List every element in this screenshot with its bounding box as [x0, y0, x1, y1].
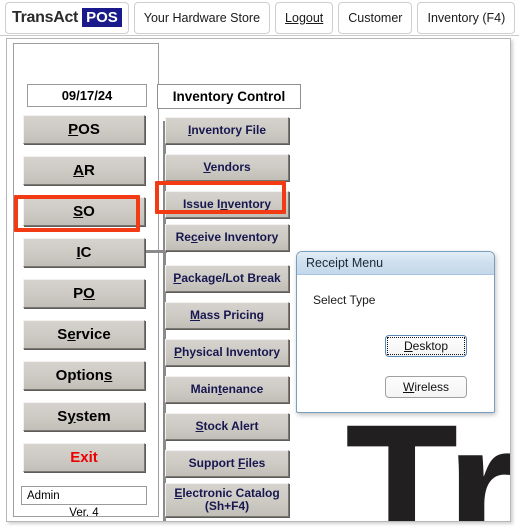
inventory-menu-title-label: Inventory Control	[172, 89, 286, 104]
current-user-value: Admin	[27, 489, 60, 502]
menu-item-label: Issue Inventory	[182, 197, 272, 212]
menu-item-label: Package/Lot Break	[173, 271, 281, 286]
logout-button[interactable]: Logout	[275, 1, 334, 34]
sidebar-item-label: PO	[73, 284, 95, 302]
menu-item-label: Support Files	[188, 456, 266, 471]
app-logo[interactable]: TransAct POS	[5, 1, 129, 34]
sidebar-item-label: IC	[76, 243, 92, 261]
menu-item-label: Maintenance	[190, 382, 264, 397]
dialog-title-bar: Receipt Menu	[297, 252, 494, 275]
logout-label: Logout	[285, 10, 324, 25]
inventory-f4-button[interactable]: Inventory (F4)	[417, 1, 516, 34]
menu-item-receive-inventory[interactable]: Receive Inventory	[165, 224, 289, 251]
sidebar-item-label: SO	[73, 202, 95, 220]
sidebar-item-exit[interactable]: Exit	[23, 443, 145, 472]
sidebar-item-label: Service	[57, 325, 111, 343]
dialog-title-label: Receipt Menu	[306, 256, 384, 270]
store-name-button[interactable]: Your Hardware Store	[133, 1, 271, 34]
store-name-label: Your Hardware Store	[143, 10, 261, 25]
sidebar-item-ic[interactable]: IC	[23, 238, 145, 267]
logo-badge: POS	[82, 8, 122, 27]
menu-item-support-files[interactable]: Support Files	[165, 450, 289, 477]
menu-item-label: Electronic Catalog (Sh+F4)	[174, 486, 280, 513]
application-window: Tr 09/17/24 POS AR SO IC PO Service Opti…	[6, 38, 511, 522]
menu-item-label: Vendors	[203, 160, 251, 175]
desktop-button[interactable]: Desktop	[385, 335, 467, 357]
desktop-button-label: Desktop	[403, 339, 449, 353]
sidebar-item-ar[interactable]: AR	[23, 156, 145, 185]
receipt-menu-dialog: Receipt Menu Select Type Desktop Wireles…	[296, 251, 495, 413]
sidebar-item-label: System	[57, 407, 111, 425]
sidebar-item-system[interactable]: System	[23, 402, 145, 431]
tree-connector-line	[145, 250, 167, 253]
menu-item-label: Inventory File	[187, 123, 267, 138]
wireless-button[interactable]: Wireless	[385, 376, 467, 398]
sidebar-item-label: Exit	[70, 448, 98, 466]
select-type-label: Select Type	[313, 293, 376, 307]
menu-item-label: Receive Inventory	[175, 230, 279, 245]
inventory-f4-label: Inventory (F4)	[427, 10, 506, 25]
sidebar-item-so[interactable]: SO	[23, 197, 145, 226]
menu-item-inventory-file[interactable]: Inventory File	[165, 117, 289, 144]
sidebar-item-service[interactable]: Service	[23, 320, 145, 349]
menu-item-issue-inventory[interactable]: Issue Inventory	[165, 191, 289, 218]
sidebar-item-pos[interactable]: POS	[23, 115, 145, 144]
business-date-field[interactable]: 09/17/24	[27, 84, 147, 107]
menu-item-stock-alert[interactable]: Stock Alert	[165, 413, 289, 440]
logo-text: TransAct	[12, 8, 79, 26]
version-label: Ver. 4	[69, 507, 99, 519]
sidebar-item-po[interactable]: PO	[23, 279, 145, 308]
menu-item-vendors[interactable]: Vendors	[165, 154, 289, 181]
menu-item-electronic-catalog[interactable]: Electronic Catalog (Sh+F4)	[165, 483, 289, 517]
status-panel	[21, 521, 147, 522]
top-toolbar: TransAct POS Your Hardware Store Logout …	[0, 0, 519, 36]
sidebar-item-label: Options	[55, 366, 113, 384]
background-watermark: Tr	[345, 387, 511, 522]
sidebar-item-options[interactable]: Options	[23, 361, 145, 390]
menu-item-physical-inventory[interactable]: Physical Inventory	[165, 339, 289, 366]
menu-item-maintenance[interactable]: Maintenance	[165, 376, 289, 403]
inventory-menu-title: Inventory Control	[157, 84, 301, 109]
business-date-value: 09/17/24	[61, 88, 113, 103]
sidebar-item-label: POS	[68, 120, 100, 138]
menu-item-package-lot-break[interactable]: Package/Lot Break	[165, 265, 289, 292]
customer-button[interactable]: Customer	[338, 1, 413, 34]
customer-label: Customer	[348, 10, 403, 25]
dialog-body: Select Type Desktop Wireless	[297, 275, 494, 412]
wireless-button-label: Wireless	[402, 380, 449, 394]
current-user-field[interactable]: Admin	[21, 486, 147, 505]
menu-item-label: Mass Pricing	[189, 308, 265, 323]
menu-item-label: Physical Inventory	[173, 345, 281, 360]
menu-item-mass-pricing[interactable]: Mass Pricing	[165, 302, 289, 329]
menu-item-label: Stock Alert	[195, 419, 259, 434]
sidebar-item-label: AR	[73, 161, 95, 179]
